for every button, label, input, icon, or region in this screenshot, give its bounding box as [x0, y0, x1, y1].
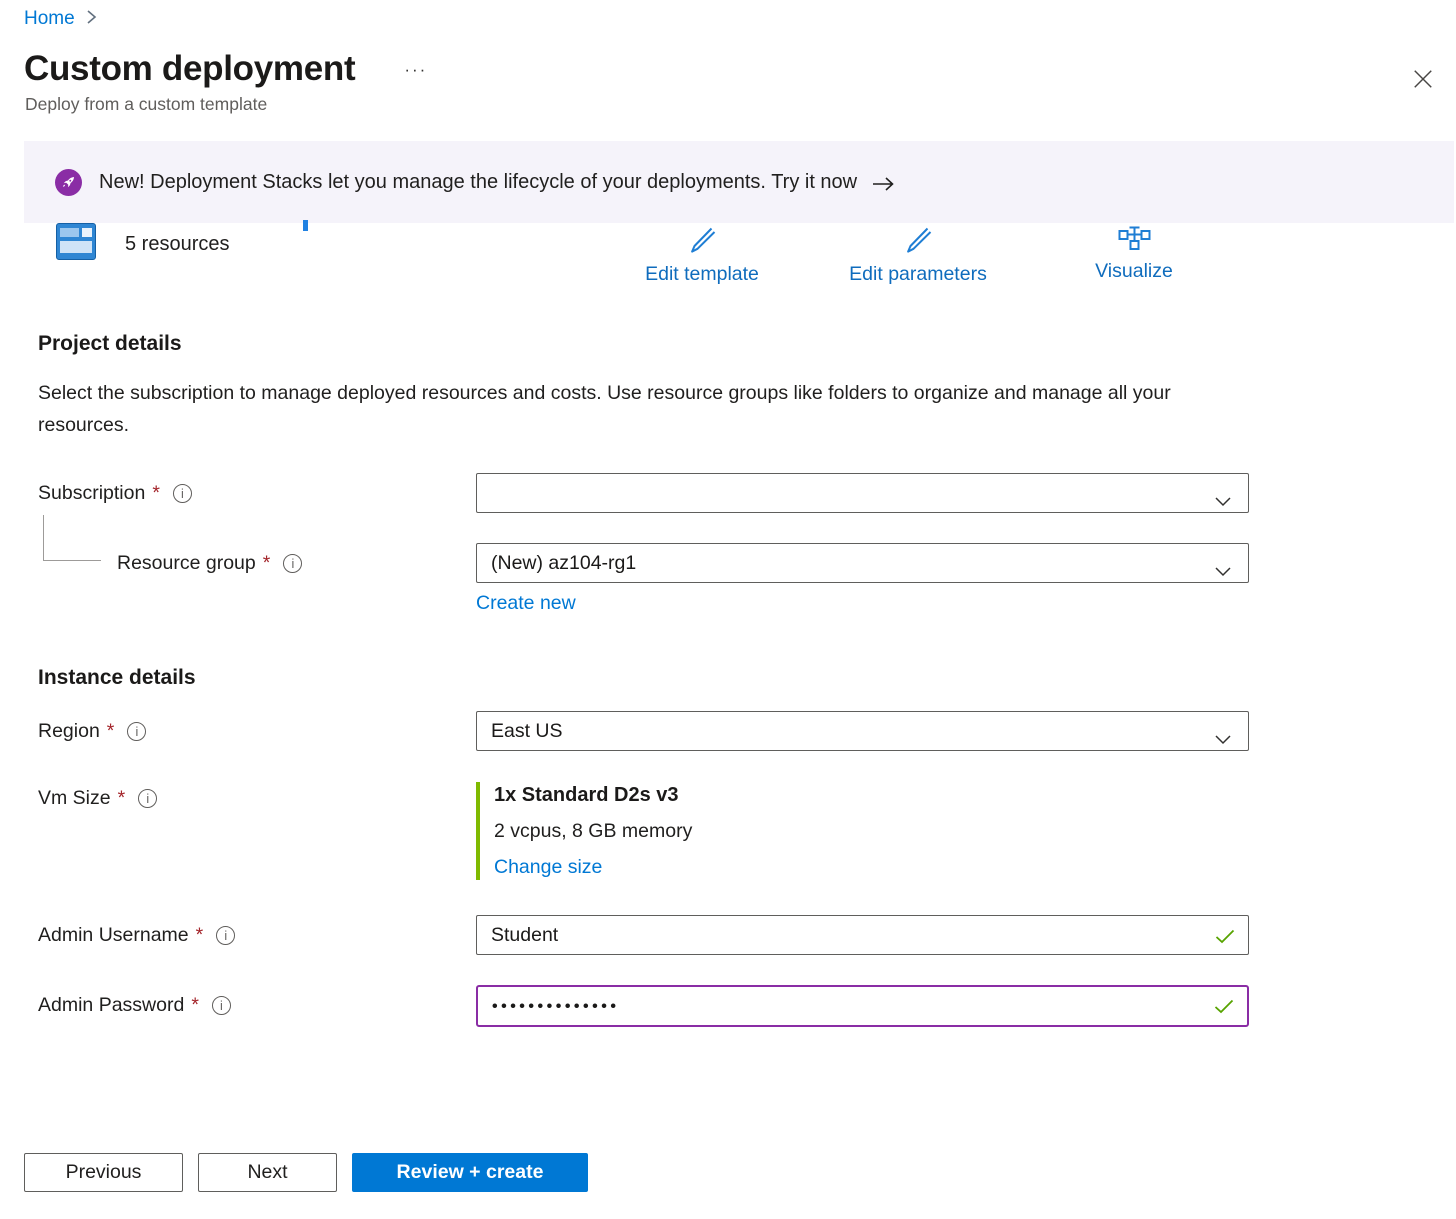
deployment-stacks-banner[interactable]: New! Deployment Stacks let you manage th…: [24, 141, 1454, 223]
edit-parameters-label: Edit parameters: [849, 263, 987, 286]
overflow-menu-button[interactable]: ···: [404, 60, 427, 80]
subscription-dropdown[interactable]: [476, 473, 1249, 513]
page-subtitle: Deploy from a custom template: [25, 94, 1456, 115]
edit-template-label: Edit template: [645, 263, 759, 286]
project-details-description: Select the subscription to manage deploy…: [38, 378, 1186, 441]
required-asterisk: *: [191, 994, 199, 1017]
admin-password-masked-value: ••••••••••••••: [492, 996, 619, 1016]
close-icon: [1412, 78, 1434, 93]
region-row: Region * East US: [38, 711, 1249, 751]
previous-button[interactable]: Previous: [24, 1153, 183, 1192]
admin-password-label: Admin Password: [38, 994, 184, 1017]
required-asterisk: *: [263, 552, 271, 575]
admin-username-value: Student: [491, 924, 558, 947]
admin-username-label: Admin Username: [38, 924, 189, 947]
breadcrumb-chevron-icon: [86, 9, 97, 30]
region-dropdown[interactable]: East US: [476, 711, 1249, 751]
subscription-row: Subscription *: [38, 473, 1249, 513]
required-asterisk: *: [196, 924, 204, 947]
admin-username-input[interactable]: Student: [476, 915, 1249, 955]
subscription-label-cell: Subscription *: [38, 473, 476, 513]
vm-size-value: 1x Standard D2s v3: [494, 783, 1249, 807]
vm-size-specs: 2 vcpus, 8 GB memory: [494, 819, 1249, 843]
subscription-label: Subscription: [38, 482, 145, 505]
template-resources-icon: [56, 223, 96, 265]
custom-deployment-page: Home Custom deployment ··· Deploy from a…: [0, 0, 1456, 1219]
required-asterisk: *: [118, 787, 126, 810]
rocket-icon: [55, 169, 82, 196]
required-asterisk: *: [152, 482, 160, 505]
region-info-icon[interactable]: [127, 722, 146, 741]
template-summary-bar: 5 resources Edit template Edit parameter…: [0, 223, 1456, 301]
page-title: Custom deployment: [24, 46, 355, 92]
footer-actions: Previous Next Review + create: [24, 1153, 1456, 1192]
resource-group-value: (New) az104-rg1: [491, 552, 636, 575]
admin-username-label-cell: Admin Username *: [38, 915, 476, 955]
resource-group-row: Resource group * (New) az104-rg1 Create …: [38, 543, 1249, 615]
arrow-right-icon: [872, 176, 895, 192]
pencil-icon: [687, 225, 717, 260]
valid-check-icon: [1215, 929, 1235, 944]
region-label: Region: [38, 720, 100, 743]
chevron-down-icon: [1215, 490, 1231, 513]
instance-details-heading: Instance details: [38, 665, 1249, 691]
review-create-button[interactable]: Review + create: [352, 1153, 588, 1192]
vm-size-row: Vm Size * 1x Standard D2s v3 2 vcpus, 8 …: [38, 782, 1249, 880]
create-new-link[interactable]: Create new: [476, 592, 576, 615]
resource-group-info-icon[interactable]: [283, 554, 302, 573]
cropped-ui-artifact: [303, 220, 308, 231]
breadcrumb: Home: [0, 0, 1456, 30]
close-button[interactable]: [1408, 64, 1438, 94]
chevron-down-icon: [1215, 560, 1231, 583]
region-label-cell: Region *: [38, 711, 476, 751]
deployment-form: Subscription * Resource group *: [0, 473, 1456, 1027]
edit-template-button[interactable]: Edit template: [594, 225, 810, 286]
vm-size-label: Vm Size: [38, 787, 111, 810]
admin-password-label-cell: Admin Password *: [38, 985, 476, 1027]
next-button[interactable]: Next: [198, 1153, 337, 1192]
tree-connector-line: [43, 515, 101, 561]
template-actions: Edit template Edit parameters: [594, 225, 1242, 286]
chevron-down-icon: [1215, 728, 1231, 751]
resources-count-label: 5 resources: [125, 233, 230, 256]
title-row: Custom deployment ···: [24, 46, 1456, 92]
resource-group-label: Resource group: [117, 552, 256, 575]
edit-parameters-button[interactable]: Edit parameters: [810, 225, 1026, 286]
pencil-icon: [903, 225, 933, 260]
visualize-label: Visualize: [1095, 260, 1173, 283]
breadcrumb-home-link[interactable]: Home: [24, 8, 75, 30]
template-resources: 5 resources: [56, 223, 230, 265]
vm-size-summary: 1x Standard D2s v3 2 vcpus, 8 GB memory …: [476, 782, 1249, 880]
banner-message: New! Deployment Stacks let you manage th…: [99, 171, 857, 194]
vm-size-label-cell: Vm Size *: [38, 782, 476, 880]
admin-password-input[interactable]: ••••••••••••••: [476, 985, 1249, 1027]
project-details-heading: Project details: [38, 331, 1456, 357]
admin-password-row: Admin Password * ••••••••••••••: [38, 985, 1249, 1027]
visualize-button[interactable]: Visualize: [1026, 225, 1242, 286]
admin-password-info-icon[interactable]: [212, 996, 231, 1015]
resource-group-dropdown[interactable]: (New) az104-rg1: [476, 543, 1249, 583]
valid-check-icon: [1214, 999, 1234, 1014]
admin-username-row: Admin Username * Student: [38, 915, 1249, 955]
change-size-link[interactable]: Change size: [494, 855, 602, 879]
admin-username-info-icon[interactable]: [216, 926, 235, 945]
resource-group-label-cell: Resource group *: [38, 543, 476, 615]
required-asterisk: *: [107, 720, 115, 743]
region-value: East US: [491, 720, 563, 743]
subscription-info-icon[interactable]: [173, 484, 192, 503]
vm-size-info-icon[interactable]: [138, 789, 157, 808]
sitemap-icon: [1118, 225, 1151, 257]
